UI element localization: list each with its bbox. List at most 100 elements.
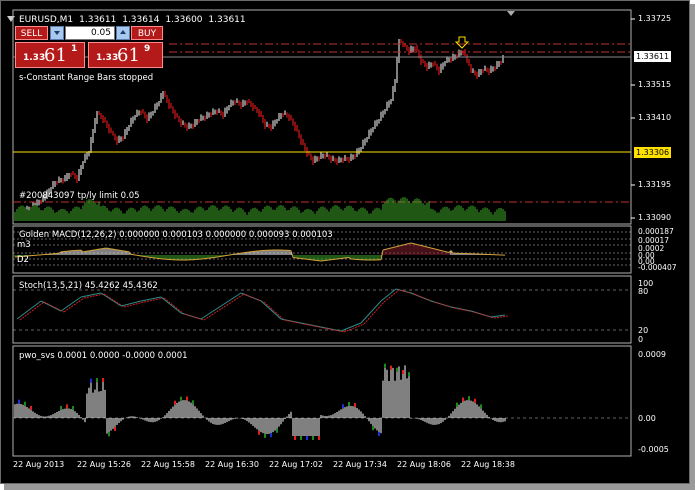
stoch-signal-line (19, 301, 45, 321)
buy-price-prefix: 1.33 (96, 53, 119, 63)
chart-window[interactable]: EURUSD,M1 1.33611 1.33614 1.33600 1.33611… (0, 0, 690, 484)
macd-line-segment (440, 250, 444, 252)
stoch-signal-line (183, 313, 205, 321)
buy-price-pips: 61 (117, 45, 140, 66)
macd-line-segment (422, 245, 426, 247)
stoch-signal-line (383, 289, 400, 303)
pwo-tick: -0.0005 (638, 445, 669, 454)
stoch-main-line (220, 292, 242, 307)
macd-line-segment (392, 246, 396, 248)
macd-line-segment (390, 247, 394, 249)
window-shadow (690, 4, 695, 490)
sell-price-button[interactable]: 1.33 61 1 (15, 42, 85, 68)
pwo-tick: 0.00 (638, 414, 656, 423)
pwo-pane-border (12, 345, 632, 457)
stoch-main-line (160, 296, 182, 314)
macd-line-segment (402, 244, 406, 246)
price-tick: 1.33090 (638, 213, 672, 222)
macd-line-segment (436, 249, 440, 251)
stoch-main-line (16, 300, 42, 320)
pwo-label: pwo_svs 0.0001 0.0000 -0.0000 0.0001 (19, 351, 188, 361)
macd-line-segment (442, 250, 446, 252)
bid-price-highlight: 1.33611 (634, 51, 672, 62)
stoch-signal-line (413, 293, 435, 303)
macd-d2-label: D2 (17, 255, 29, 265)
stoch-signal-line (103, 293, 125, 308)
time-tick: 22 Aug 18:38 (461, 460, 515, 469)
macd-line-segment (430, 247, 434, 249)
macd-line-segment (424, 246, 428, 248)
sell-price-pips: 61 (44, 45, 67, 66)
buy-price-button[interactable]: 1.33 61 9 (88, 42, 163, 68)
buy-button[interactable]: BUY (131, 26, 163, 40)
stoch-main-line (260, 300, 282, 320)
pwo-tick: 0.0009 (638, 350, 666, 359)
macd-line-segment (444, 251, 448, 253)
time-tick: 22 Aug 2013 (13, 460, 65, 469)
stoch-main-line (200, 305, 222, 320)
macd-line-segment (410, 242, 414, 244)
stoch-signal-line (63, 297, 85, 313)
macd-line-segment (426, 246, 430, 248)
macd-line-segment (408, 242, 412, 244)
volume-input[interactable]: 0.05 (65, 26, 115, 40)
stoch-signal-line (223, 293, 245, 308)
macd-line-segment (400, 244, 404, 246)
stoch-signal-line (473, 311, 495, 319)
macd-line-segment (384, 248, 388, 250)
macd-line-segment (386, 248, 390, 250)
macd-line-segment (382, 249, 386, 251)
time-tick: 22 Aug 15:26 (77, 460, 131, 469)
macd-tick: 0.000187 (638, 227, 674, 236)
macd-line-segment (396, 245, 400, 247)
stoch-tick: 0 (638, 335, 644, 344)
macd-line-segment (398, 245, 402, 247)
sell-price-fraction: 1 (71, 44, 78, 54)
macd-line-segment (412, 243, 416, 245)
stoch-signal-line (163, 297, 185, 315)
macd-label: Golden MACD(12,26,2) 0.000000 0.000103 0… (19, 230, 333, 240)
time-tick: 22 Aug 16:30 (205, 460, 259, 469)
volume-decrease-icon[interactable] (50, 26, 64, 40)
stoch-tick: 20 (638, 326, 649, 335)
stoch-tick: 80 (638, 287, 649, 296)
macd-line-segment (406, 243, 410, 245)
macd-m3-label: m3 (17, 240, 31, 250)
line-price-highlight: 1.33306 (634, 147, 672, 158)
buy-price-fraction: 9 (144, 44, 151, 54)
time-tick: 22 Aug 15:58 (141, 460, 195, 469)
macd-line-segment (438, 249, 442, 251)
macd-line-segment (446, 251, 450, 253)
sell-button[interactable]: SELL (15, 26, 48, 40)
sell-price-prefix: 1.33 (23, 53, 46, 63)
price-tick: 1.33515 (638, 80, 672, 89)
ea-status-text: s-Constant Range Bars stopped (19, 73, 154, 83)
stoch-main-line (60, 296, 82, 312)
stoch-signal-line (363, 301, 385, 325)
macd-line-segment (418, 244, 422, 246)
stoch-main-line (100, 292, 122, 307)
order-label: #200843097 tp/ly limit 0.05 (19, 191, 140, 201)
stoch-main-line (490, 314, 506, 318)
stoch-signal-line (343, 323, 365, 333)
macd-line-segment (432, 248, 436, 250)
macd-line-segment (404, 243, 408, 245)
macd-line-segment (388, 247, 392, 249)
stoch-label: Stoch(13,5,21) 45.4262 45.4362 (19, 281, 158, 291)
time-tick: 22 Aug 18:06 (397, 460, 451, 469)
time-tick: 22 Aug 17:02 (269, 460, 323, 469)
macd-line-segment (428, 247, 432, 249)
macd-line-segment (420, 245, 424, 247)
volume-increase-icon[interactable] (116, 26, 130, 40)
stoch-main-line (380, 288, 397, 302)
stoch-signal-line (243, 293, 265, 303)
stoch-signal-line (263, 301, 285, 321)
time-tick: 22 Aug 17:34 (333, 460, 387, 469)
price-tick: 1.33195 (638, 180, 672, 189)
macd-tick: -0.000407 (638, 263, 677, 272)
price-tick: 1.33725 (638, 14, 672, 23)
macd-line-segment (394, 246, 398, 248)
price-tick: 1.33410 (638, 113, 672, 122)
stoch-signal-line (203, 306, 225, 321)
window-shadow (4, 484, 695, 490)
